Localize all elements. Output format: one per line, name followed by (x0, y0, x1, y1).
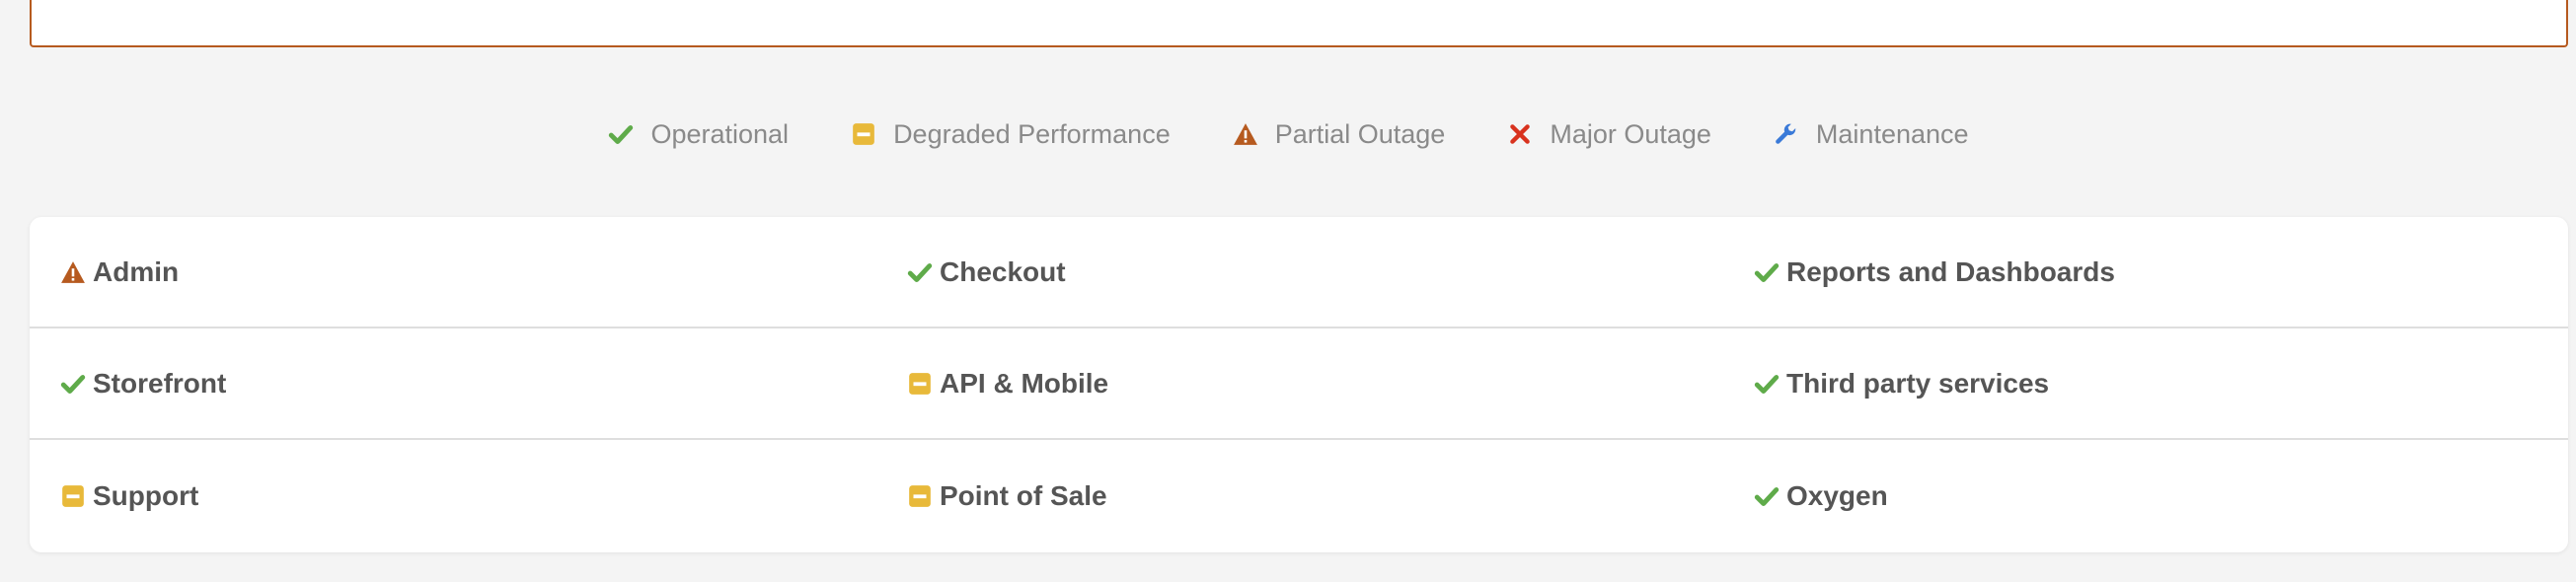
components-row: Support Point of Sale Oxygen (30, 440, 2568, 551)
component-label: Point of Sale (940, 479, 1107, 511)
legend-partial-outage: Partial Outage (1232, 118, 1446, 150)
components-row: Storefront API & Mobile Third party serv… (30, 328, 2568, 440)
legend-maintenance: Maintenance (1773, 119, 1969, 150)
component-checkout[interactable]: Checkout (906, 217, 1066, 327)
component-reports-and-dashboards[interactable]: Reports and Dashboards (1753, 217, 2115, 327)
component-storefront[interactable]: Storefront (59, 328, 226, 438)
component-label: API & Mobile (940, 367, 1109, 399)
warning-icon (1232, 120, 1259, 148)
component-api-and-mobile[interactable]: API & Mobile (906, 328, 1108, 438)
component-admin[interactable]: Admin (59, 217, 179, 327)
component-label: Third party services (1786, 367, 2050, 399)
check-icon (1753, 482, 1780, 510)
check-icon (1753, 258, 1780, 286)
legend-degraded-performance: Degraded Performance (850, 119, 1171, 150)
legend-label: Major Outage (1550, 118, 1711, 149)
status-legend: Operational Degraded Performance Partial… (0, 114, 2576, 154)
legend-major-outage: Major Outage (1506, 119, 1711, 150)
check-icon (906, 258, 934, 286)
minus-square-icon (850, 120, 877, 148)
minus-square-icon (906, 482, 934, 510)
component-label: Support (93, 479, 199, 511)
minus-square-icon (906, 370, 934, 398)
components-row: Admin Checkout Reports and Dashboards (30, 217, 2568, 328)
legend-label: Partial Outage (1274, 118, 1446, 149)
component-label: Oxygen (1786, 479, 1888, 511)
component-oxygen[interactable]: Oxygen (1753, 440, 1888, 551)
components-panel: Admin Checkout Reports and Dashboards St… (30, 217, 2568, 552)
component-label: Checkout (940, 255, 1066, 287)
legend-label: Operational (650, 118, 790, 149)
check-icon (607, 120, 635, 148)
warning-icon (59, 258, 87, 286)
wrench-icon (1773, 120, 1800, 148)
check-icon (1753, 370, 1780, 398)
legend-label: Degraded Performance (893, 118, 1171, 149)
minus-square-icon (59, 482, 87, 510)
check-icon (59, 370, 87, 398)
component-label: Admin (93, 255, 180, 287)
legend-operational: Operational (607, 119, 789, 150)
component-point-of-sale[interactable]: Point of Sale (906, 440, 1107, 551)
incident-box (30, 0, 2568, 47)
component-third-party-services[interactable]: Third party services (1753, 328, 2049, 438)
component-label: Storefront (93, 367, 227, 399)
component-label: Reports and Dashboards (1786, 255, 2115, 287)
legend-label: Maintenance (1815, 118, 1969, 149)
x-icon (1506, 120, 1534, 148)
component-support[interactable]: Support (59, 440, 198, 551)
